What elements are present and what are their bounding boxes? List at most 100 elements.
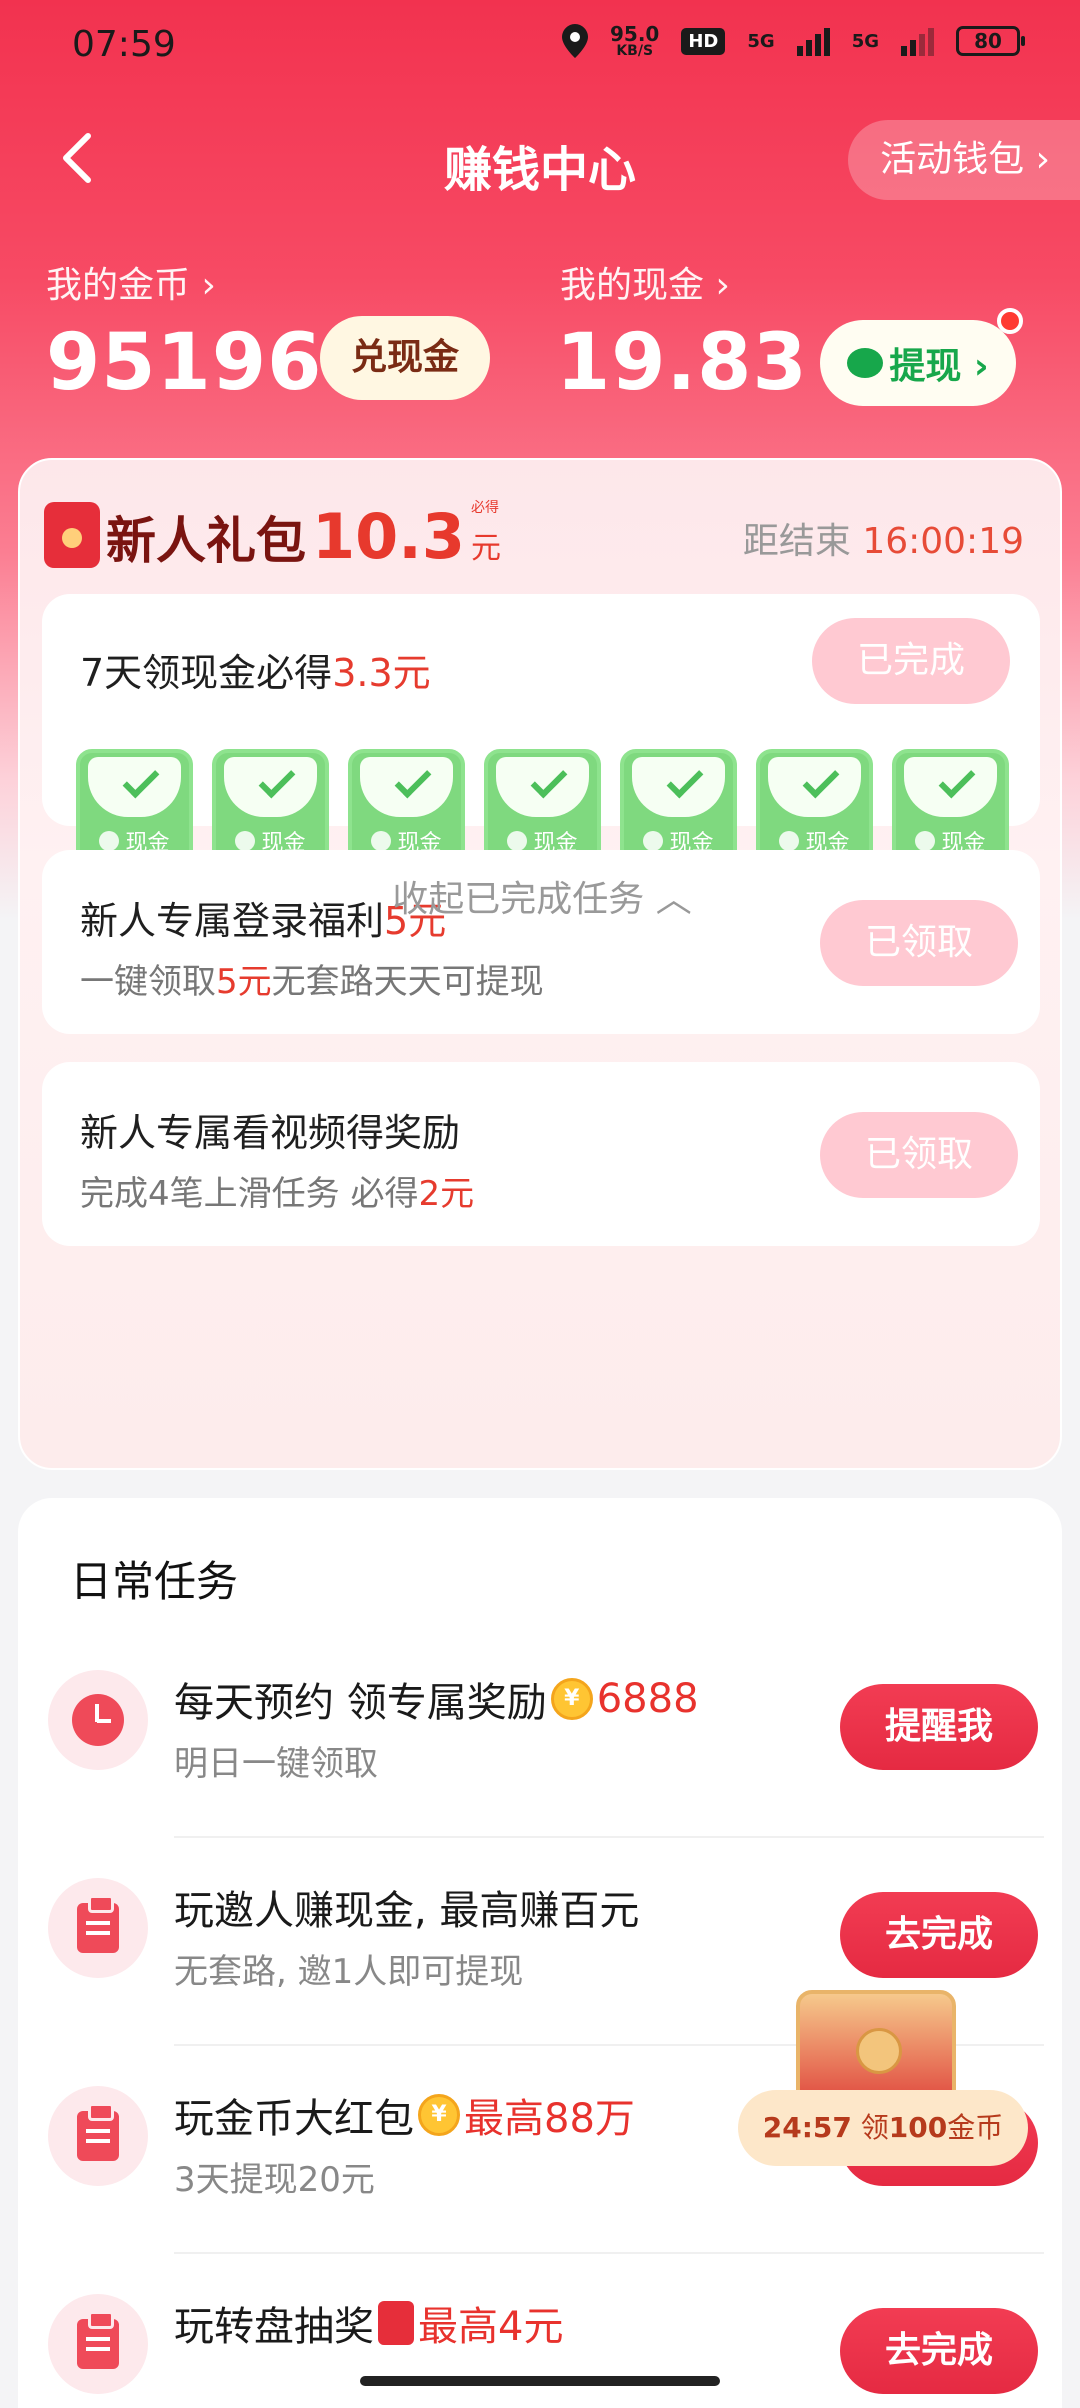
withdraw-button[interactable]: 提现 › <box>820 320 1016 406</box>
chest-amount: 100 <box>888 2111 948 2144</box>
clipboard-icon <box>77 2311 119 2369</box>
day-top <box>360 757 453 817</box>
countdown: 距结束 16:00:19 <box>743 512 1024 564</box>
clipboard-icon <box>77 2103 119 2161</box>
newbie-gift-card: 新人礼包 10.3 必得 元 距结束 16:00:19 7天领现金必得3.3元 … <box>18 458 1062 1470</box>
task-title: 每天预约 领专属奖励 ¥6888 <box>174 1670 699 1728</box>
clipboard-icon <box>77 1895 119 1953</box>
login-bonus-desc-pre: 一键领取 <box>80 962 216 1002</box>
coin-icon: ¥ <box>550 1678 593 1720</box>
video-bonus-desc: 完成4笔上滑任务 必得2元 <box>80 1166 474 1215</box>
day-top <box>632 757 725 817</box>
chest-timer: 24:57 <box>762 2111 852 2144</box>
cash-value: 19.83 <box>556 318 808 408</box>
check-icon <box>258 761 296 799</box>
cash-icon <box>779 831 800 851</box>
collapse-completed-button[interactable]: 收起已完成任务 ︿ <box>20 870 1064 922</box>
cash-icon <box>915 831 936 851</box>
task-icon <box>48 1878 148 1978</box>
chest-post: 金币 <box>947 2111 1004 2144</box>
check-icon <box>530 761 568 799</box>
video-bonus-card: 新人专属看视频得奖励 完成4笔上滑任务 必得2元 已领取 <box>42 1062 1040 1246</box>
check-icon <box>802 761 840 799</box>
signal-icon-1 <box>796 26 830 56</box>
task-row: 每天预约 领专属奖励 ¥6888 明日一键领取 提醒我 <box>18 1638 1062 1838</box>
seven-day-title: 7天领现金必得3.3元 <box>80 642 431 697</box>
day-top <box>768 757 861 817</box>
treasure-chest-widget[interactable]: 24:57 领100金币 <box>738 1990 1028 2190</box>
task-icon <box>48 2294 148 2394</box>
task-title-text: 玩邀人赚现金, 最高赚百元 <box>174 1888 640 1934</box>
home-indicator[interactable] <box>360 2376 720 2386</box>
countdown-time: 16:00:19 <box>862 521 1024 562</box>
seven-day-amount: 3.3元 <box>332 651 431 695</box>
daily-title: 日常任务 <box>70 1557 239 1606</box>
task-title-text: 玩转盘抽奖 <box>174 2304 374 2350</box>
newbie-amount: 10.3 <box>312 500 465 573</box>
video-bonus-status-button[interactable]: 已领取 <box>820 1112 1018 1198</box>
wechat-icon <box>847 348 884 378</box>
cash-icon <box>643 831 664 851</box>
nav-bar: 赚钱中心 活动钱包 › <box>0 120 1080 200</box>
day-top <box>496 757 589 817</box>
activity-wallet-button[interactable]: 活动钱包 › <box>848 120 1080 200</box>
task-desc: 无套路, 邀1人即可提现 <box>174 1952 524 1992</box>
login-bonus-desc: 一键领取5元无套路天天可提现 <box>80 954 544 1003</box>
cash-icon <box>99 831 120 851</box>
withdraw-label: 提现 › <box>889 346 989 387</box>
newbie-header: 新人礼包 10.3 必得 元 <box>44 492 501 573</box>
task-desc: 3天提现20元 <box>174 2160 375 2200</box>
task-action-button[interactable]: 去完成 <box>840 1892 1038 1978</box>
newbie-unit: 必得 元 <box>471 500 501 567</box>
task-action-button[interactable]: 去完成 <box>840 2308 1038 2394</box>
newbie-must-label: 必得 <box>470 500 499 516</box>
task-icon <box>48 1670 148 1770</box>
red-envelope-icon <box>44 502 100 568</box>
cash-icon <box>371 831 392 851</box>
cash-icon <box>507 831 528 851</box>
task-desc: 明日一键领取 <box>174 1744 378 1784</box>
check-icon <box>666 761 704 799</box>
countdown-label: 距结束 <box>742 521 851 562</box>
cash-icon <box>235 831 256 851</box>
check-icon <box>394 761 432 799</box>
alarm-clock-icon <box>72 1694 124 1746</box>
network-type-1: 5G <box>747 30 775 52</box>
task-reward: 6888 <box>596 1676 699 1722</box>
coins-value: 95196 <box>46 318 323 408</box>
check-icon <box>938 761 976 799</box>
battery-icon: 80 <box>956 26 1025 56</box>
video-bonus-desc-amount: 2元 <box>418 1174 475 1214</box>
video-bonus-title: 新人专属看视频得奖励 <box>80 1111 461 1155</box>
signal-icon-2 <box>901 26 934 56</box>
location-icon <box>562 24 588 58</box>
task-title: 玩邀人赚现金, 最高赚百元 <box>174 1878 639 1936</box>
login-bonus-desc-post: 无套路天天可提现 <box>271 962 544 1002</box>
daily-tasks-card: 日常任务 每天预约 领专属奖励 ¥6888 明日一键领取 提醒我玩邀人赚现金, 最高赚… <box>18 1498 1062 2408</box>
chest-reward-pill: 24:57 领100金币 <box>738 2090 1028 2166</box>
coin-icon: ¥ <box>418 2094 460 2136</box>
seven-day-status-button[interactable]: 已完成 <box>812 618 1010 704</box>
day-top <box>904 757 997 817</box>
task-title: 玩转盘抽奖 最高4元 <box>174 2294 563 2352</box>
status-bar: 07:59 95.0 KB/S HD 5G 5G 80 <box>0 0 1080 100</box>
speed-value: 95.0 <box>610 22 660 46</box>
hd-badge: HD <box>681 27 726 55</box>
check-icon <box>122 761 160 799</box>
exchange-cash-button[interactable]: 兑现金 <box>320 316 490 400</box>
login-bonus-desc-amount: 5元 <box>216 962 272 1002</box>
newbie-title: 新人礼包 <box>106 512 306 570</box>
cash-label[interactable]: 我的现金 › <box>560 256 730 308</box>
network-speed: 95.0 KB/S <box>610 24 659 58</box>
divider <box>174 2252 1044 2254</box>
network-type-2: 5G <box>851 30 879 52</box>
treasure-chest-icon <box>796 1990 956 2106</box>
task-action-button[interactable]: 提醒我 <box>840 1684 1038 1770</box>
red-envelope-icon <box>378 2301 414 2345</box>
coins-label[interactable]: 我的金币 › <box>46 256 216 308</box>
seven-day-card: 7天领现金必得3.3元 已完成 现金第1天现金第2天现金第3天现金第4天现金第5… <box>42 594 1040 920</box>
divider <box>174 1836 1044 1838</box>
speed-unit: KB/S <box>616 43 654 59</box>
seven-day-title-text: 7天领现金必得 <box>80 651 333 695</box>
task-row: 玩转盘抽奖 最高4元 去完成 <box>18 2262 1062 2408</box>
